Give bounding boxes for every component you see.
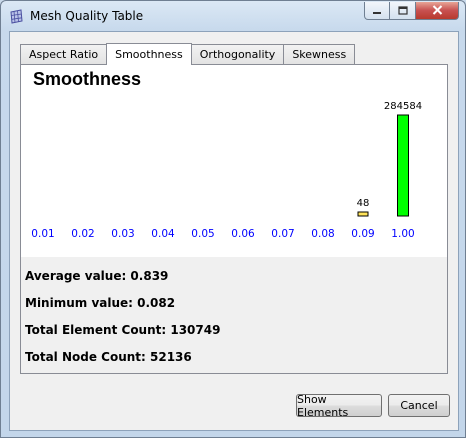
x-tick-label: 0.08 [311,228,334,240]
show-elements-button[interactable]: Show Elements [296,393,382,419]
total-element-count: Total Element Count: 130749 [25,323,221,337]
tab-strip: Aspect Ratio Smoothness Orthogonality Sk… [20,42,356,65]
tab-orthogonality[interactable]: Orthogonality [190,44,285,64]
minimum-value: Minimum value: 0.082 [25,296,176,310]
x-tick-label: 0.05 [191,228,214,240]
x-tick-label: 0.02 [71,228,94,240]
mesh-grid-icon [9,9,24,24]
close-button[interactable] [416,2,459,20]
minimize-button[interactable] [364,2,390,20]
tab-skewness[interactable]: Skewness [283,44,356,64]
bar-data-label: 284584 [384,101,422,112]
stats-panel: Average value: 0.839 Minimum value: 0.08… [21,257,447,373]
x-tick-label: 0.09 [351,228,374,240]
tab-aspect-ratio[interactable]: Aspect Ratio [20,44,108,64]
maximize-button[interactable] [390,2,416,20]
x-tick-label: 0.03 [111,228,134,240]
mesh-quality-window: Mesh Quality Table Aspect Ratio Smoothne… [0,0,466,438]
minimize-icon [372,4,382,18]
histogram-area: 0.01 0.02 0.03 0.04 0.05 0.06 0.07 0.08 48 0.09 28… [21,65,447,257]
histogram-bar [397,114,409,217]
histogram-chart: 0.01 0.02 0.03 0.04 0.05 0.06 0.07 0.08 48 0.09 28… [31,101,422,240]
average-value: Average value: 0.839 [25,269,169,283]
title-bar[interactable]: Mesh Quality Table [1,1,465,31]
x-tick-label: 0.04 [151,228,175,240]
x-tick-label: 0.01 [31,228,54,240]
bar-data-label: 48 [357,198,370,209]
x-tick-label: 0.06 [231,228,255,240]
tab-panel: 0.01 0.02 0.03 0.04 0.05 0.06 0.07 0.08 48 0.09 28… [20,64,448,374]
maximize-icon [397,4,408,18]
histogram-bar [357,211,369,217]
window-title: Mesh Quality Table [30,9,144,23]
chart-title: Smoothness [33,69,142,89]
cancel-button[interactable]: Cancel [388,394,450,417]
window-controls [364,2,459,22]
tab-smoothness[interactable]: Smoothness [106,43,192,65]
x-tick-label: 0.07 [271,228,294,240]
total-node-count: Total Node Count: 52136 [25,350,192,364]
close-icon [432,4,443,18]
x-tick-label: 1.00 [391,228,414,240]
dialog-client-area: Aspect Ratio Smoothness Orthogonality Sk… [9,31,459,431]
